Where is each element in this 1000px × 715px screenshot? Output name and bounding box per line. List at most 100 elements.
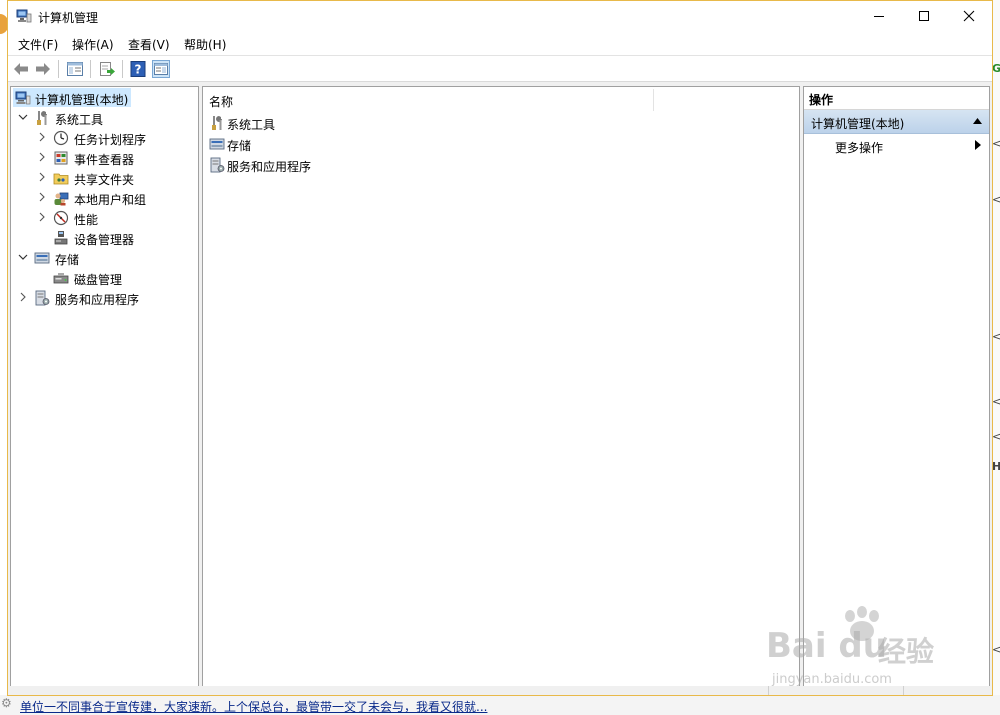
- users-icon: [54, 192, 69, 206]
- tools-icon: [37, 111, 47, 125]
- computer-management-app-icon: [16, 9, 32, 23]
- menu-bar: 文件(F) 操作(A) 查看(V) 帮助(H): [8, 31, 992, 55]
- maximize-button[interactable]: [901, 1, 947, 31]
- desktop-right-glyph: G: [992, 62, 1000, 75]
- storage-icon: [34, 252, 50, 264]
- console-content-area: 计算机管理(本地) 系统工具 任务计划程序 事件查看器 共享文件夹 本地用户和组…: [8, 81, 992, 687]
- window-title: 计算机管理: [38, 11, 99, 25]
- gear-icon: ⚙: [1, 696, 12, 710]
- forward-arrow-icon[interactable]: [34, 60, 52, 78]
- maximize-icon: [919, 11, 929, 21]
- list-item-label: 系统工具: [227, 118, 276, 132]
- column-header-name[interactable]: 名称: [209, 93, 233, 110]
- help-icon[interactable]: ?: [129, 60, 147, 78]
- chevron-right-icon[interactable]: [37, 172, 47, 182]
- chevron-down-icon[interactable]: [18, 252, 28, 262]
- toolbar-separator: [90, 60, 91, 78]
- desktop-right-glyph: <: [992, 430, 1000, 443]
- list-item-label: 存储: [227, 139, 252, 153]
- toolbar-separator: [58, 60, 59, 78]
- submenu-arrow-icon: [975, 140, 981, 150]
- desktop-right-glyph: <: [992, 395, 1000, 408]
- list-column-header[interactable]: 名称: [203, 87, 799, 111]
- desktop-right-glyph: <: [992, 137, 1000, 150]
- shared-folder-icon: [53, 173, 69, 185]
- minimize-icon: [874, 16, 884, 17]
- tree-item-label: 设备管理器: [74, 233, 135, 247]
- svg-text:?: ?: [135, 63, 142, 77]
- event-viewer-icon: [54, 151, 68, 165]
- desktop-right-glyph: H: [992, 460, 1000, 473]
- results-list-pane[interactable]: 名称 系统工具 存储 服务和应用程序: [202, 86, 800, 687]
- close-button[interactable]: [946, 1, 992, 31]
- minimize-button[interactable]: [856, 1, 902, 31]
- actions-section-computer-management[interactable]: 计算机管理(本地): [804, 110, 989, 134]
- toolbar-separator: [122, 60, 123, 78]
- tree-item-task-scheduler[interactable]: 任务计划程序: [11, 128, 198, 148]
- toolbar: ?: [8, 55, 992, 82]
- background-link-text[interactable]: 单位一不同事合于宣传建，大家速新。上个保总台，最管带一交了未会与，我看又很就..…: [20, 698, 487, 715]
- desktop-right-glyph: <: [992, 330, 1000, 343]
- tree-item-label: 共享文件夹: [74, 173, 135, 187]
- disk-icon: [53, 273, 69, 284]
- more-actions-label: 更多操作: [835, 141, 884, 155]
- tree-item-label: 本地用户和组: [74, 193, 147, 207]
- tree-item-label: 服务和应用程序: [55, 293, 140, 307]
- tree-item-system-tools[interactable]: 系统工具: [11, 108, 198, 128]
- menu-view[interactable]: 查看(V): [128, 36, 170, 53]
- clock-icon: [53, 130, 69, 146]
- menu-help[interactable]: 帮助(H): [184, 36, 226, 53]
- tree-item-disk-management[interactable]: 磁盘管理: [11, 268, 198, 288]
- tree-item-shared-folders[interactable]: 共享文件夹: [11, 168, 198, 188]
- computer-management-window: 计算机管理 文件(F) 操作(A) 查看(V) 帮助(H) ? 计算机管理(本地…: [7, 0, 993, 696]
- collapse-up-icon[interactable]: [973, 118, 982, 124]
- more-actions-item[interactable]: 更多操作: [804, 134, 989, 156]
- performance-icon: [53, 210, 69, 226]
- chevron-right-icon[interactable]: [37, 212, 47, 222]
- desktop-right-glyph: <: [992, 643, 1000, 656]
- status-bar: [8, 686, 992, 695]
- tree-item-label: 磁盘管理: [74, 273, 123, 287]
- tree-item-device-manager[interactable]: 设备管理器: [11, 228, 198, 248]
- tree-item-event-viewer[interactable]: 事件查看器: [11, 148, 198, 168]
- actions-pane: 操作 计算机管理(本地) 更多操作: [803, 86, 990, 687]
- close-icon: [963, 10, 975, 22]
- storage-icon: [209, 138, 225, 150]
- tools-icon: [212, 116, 222, 130]
- tree-item-services-applications[interactable]: 服务和应用程序: [11, 288, 198, 308]
- chevron-right-icon[interactable]: [37, 132, 47, 142]
- show-hide-tree-icon[interactable]: [66, 60, 84, 78]
- chevron-down-icon[interactable]: [18, 112, 28, 122]
- desktop-right-strip: [992, 0, 1000, 715]
- title-bar[interactable]: 计算机管理: [8, 1, 992, 31]
- chevron-right-icon[interactable]: [37, 192, 47, 202]
- device-manager-icon: [54, 231, 68, 245]
- tree-item-label: 任务计划程序: [74, 133, 147, 147]
- computer-management-icon: [15, 91, 31, 105]
- export-list-icon[interactable]: [98, 60, 116, 78]
- tree-item-label: 性能: [74, 213, 99, 227]
- menu-action[interactable]: 操作(A): [72, 36, 114, 53]
- actions-pane-header: 操作: [804, 87, 989, 110]
- tree-item-label: 计算机管理(本地): [35, 93, 129, 107]
- tree-item-label: 存储: [55, 253, 80, 267]
- tree-item-computer-management[interactable]: 计算机管理(本地): [11, 88, 198, 108]
- tree-item-performance[interactable]: 性能: [11, 208, 198, 228]
- column-divider[interactable]: [653, 89, 654, 111]
- actions-section-label: 计算机管理(本地): [811, 117, 905, 131]
- desktop-right-glyph: <: [992, 193, 1000, 206]
- actions-pane-title: 操作: [809, 93, 834, 107]
- show-hide-action-pane-icon[interactable]: [152, 60, 170, 78]
- tree-item-storage[interactable]: 存储: [11, 248, 198, 268]
- navigation-tree-pane[interactable]: 计算机管理(本地) 系统工具 任务计划程序 事件查看器 共享文件夹 本地用户和组…: [10, 86, 199, 687]
- back-arrow-icon[interactable]: [12, 60, 30, 78]
- tree-item-label: 事件查看器: [74, 153, 135, 167]
- services-applications-icon: [210, 157, 225, 173]
- list-item-label: 服务和应用程序: [227, 160, 312, 174]
- status-divider: [768, 686, 769, 695]
- menu-file[interactable]: 文件(F): [18, 36, 58, 53]
- chevron-right-icon[interactable]: [37, 152, 47, 162]
- tree-item-local-users-groups[interactable]: 本地用户和组: [11, 188, 198, 208]
- chevron-right-icon[interactable]: [18, 292, 28, 302]
- services-applications-icon: [35, 290, 50, 306]
